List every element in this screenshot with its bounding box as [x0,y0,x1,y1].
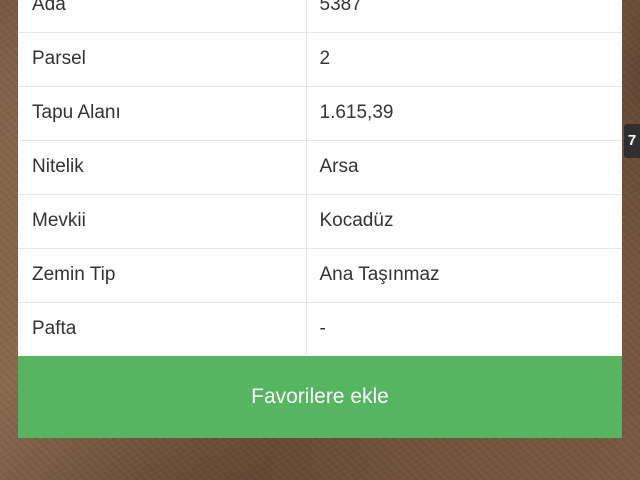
row-label: Zemin Tip [18,248,307,303]
parcel-info-table: Ada 5387 Parsel 2 Tapu Alanı 1.615,39 Ni… [18,0,622,356]
table-row: Ada 5387 [18,0,622,33]
map-marker-icon[interactable]: 7 [624,124,640,158]
row-label: Parsel [18,32,307,87]
add-to-favorites-label: Favorilere ekle [251,385,389,408]
row-label: Mevkii [18,194,307,249]
row-label: Pafta [18,302,307,356]
row-value: Arsa [306,140,622,195]
row-value: Ana Taşınmaz [306,248,622,303]
table-row: Zemin Tip Ana Taşınmaz [18,248,622,303]
table-row: Tapu Alanı 1.615,39 [18,86,622,141]
table-row: Nitelik Arsa [18,140,622,195]
row-label: Tapu Alanı [18,86,307,141]
row-label: Nitelik [18,140,307,195]
row-value: Kocadüz [306,194,622,249]
row-value: 2 [306,32,622,87]
table-row: Mevkii Kocadüz [18,194,622,249]
row-label: Ada [18,0,307,33]
row-value: 5387 [306,0,622,33]
table-row: Pafta - [18,302,622,356]
parcel-info-panel: Ada 5387 Parsel 2 Tapu Alanı 1.615,39 Ni… [18,0,622,438]
add-to-favorites-button[interactable]: Favorilere ekle [18,356,622,438]
row-value: 1.615,39 [306,86,622,141]
table-row: Parsel 2 [18,32,622,87]
row-value: - [319,318,326,340]
